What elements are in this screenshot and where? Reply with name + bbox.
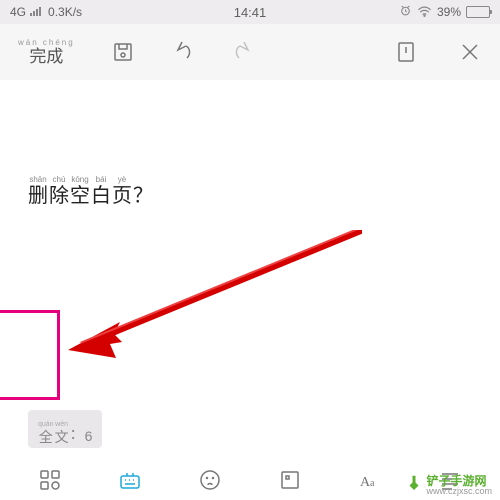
word-count-chip[interactable]: quán全wén文：6 xyxy=(28,410,102,448)
battery-icon xyxy=(466,6,490,18)
page-button[interactable] xyxy=(394,40,418,64)
redo-icon xyxy=(231,40,255,64)
page-icon xyxy=(394,40,418,64)
undo-button[interactable] xyxy=(171,40,195,64)
align-icon xyxy=(438,468,462,492)
char: wén文 xyxy=(55,421,69,444)
wifi-icon xyxy=(417,5,432,20)
undo-icon xyxy=(171,40,195,64)
svg-text:a: a xyxy=(370,478,375,489)
done-button[interactable]: wán chéng 完成 xyxy=(18,39,75,65)
insert-button[interactable] xyxy=(278,468,302,492)
close-icon xyxy=(458,40,482,64)
status-bar: 4G 0.3K/s 14:41 39% xyxy=(0,0,500,24)
close-button[interactable] xyxy=(458,40,482,64)
annotation-arrow xyxy=(62,230,362,395)
status-time: 14:41 xyxy=(234,5,267,20)
grid-icon xyxy=(38,468,62,492)
keyboard-button[interactable] xyxy=(118,468,142,492)
rectangle-icon xyxy=(278,468,302,492)
font-icon: Aa xyxy=(358,468,382,492)
voice-button[interactable] xyxy=(198,468,222,492)
battery-pct: 39% xyxy=(437,5,461,19)
network-speed: 0.3K/s xyxy=(48,5,82,19)
done-pinyin: wán chéng xyxy=(18,39,75,47)
signal-icon xyxy=(30,5,44,19)
question-tail: ？ xyxy=(133,186,153,206)
char: yè页 xyxy=(112,176,132,206)
keyboard-icon xyxy=(118,468,142,492)
face-icon xyxy=(198,468,222,492)
bottom-toolbar: Aa xyxy=(0,458,500,500)
annotation-highlight-box xyxy=(0,310,60,400)
editor-toolbar: wán chéng 完成 xyxy=(0,24,500,80)
question-text: shān删chú除kōng空bái白yè页？ xyxy=(28,176,153,206)
char: quán全 xyxy=(38,421,54,444)
save-button[interactable] xyxy=(111,40,135,64)
editor-canvas[interactable]: shān删chú除kōng空bái白yè页？ quán全wén文：6 xyxy=(0,80,500,458)
done-label: 完成 xyxy=(29,48,63,65)
network-type: 4G xyxy=(10,5,26,19)
char: chú除 xyxy=(49,176,69,206)
char: shān删 xyxy=(28,176,48,206)
quanwen-count: 6 xyxy=(85,428,93,444)
char: bái白 xyxy=(91,176,111,206)
redo-button[interactable] xyxy=(231,40,255,64)
save-icon xyxy=(111,40,135,64)
char: kōng空 xyxy=(70,176,90,206)
status-left: 4G 0.3K/s xyxy=(10,5,82,19)
status-right: 39% xyxy=(399,4,490,20)
quanwen-sep: ： xyxy=(70,424,84,444)
font-button[interactable]: Aa xyxy=(358,468,382,492)
alarm-icon xyxy=(399,4,412,20)
templates-button[interactable] xyxy=(38,468,62,492)
align-button[interactable] xyxy=(438,468,462,492)
